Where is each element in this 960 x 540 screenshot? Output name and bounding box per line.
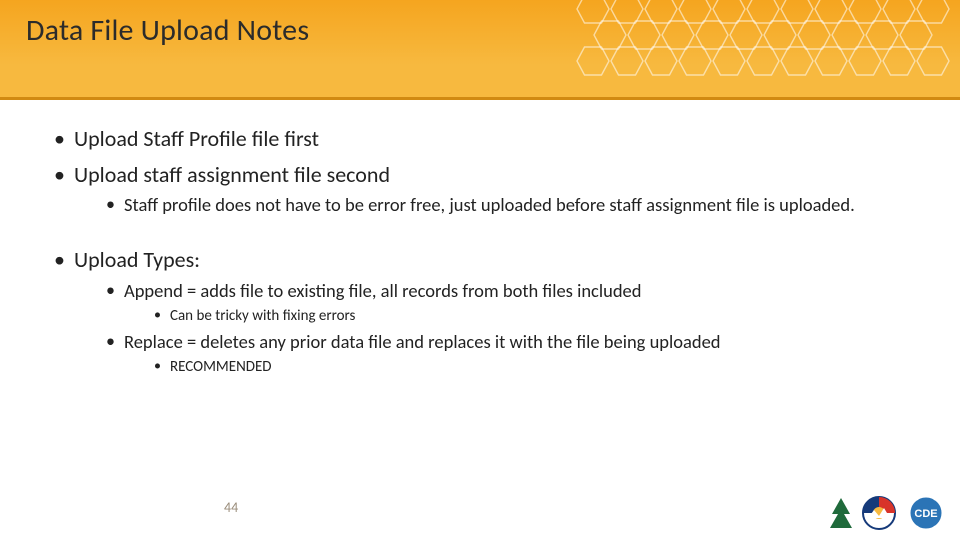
bullet-lvl1: Upload Types: Append = adds file to exis… xyxy=(50,245,910,377)
slide: Data File Upload Notes xyxy=(0,0,960,540)
footer-logos: CDE xyxy=(830,496,946,530)
colorado-logo-icon xyxy=(862,496,896,530)
bullet-text: Staff profile does not have to be error … xyxy=(124,193,855,216)
bullet-lvl3: Can be tricky with fixing errors xyxy=(150,306,910,326)
header-band: Data File Upload Notes xyxy=(0,0,960,100)
bullet-lvl1: Upload Staff Profile file first xyxy=(50,124,910,154)
bullet-text: Upload Staff Profile file first xyxy=(74,125,319,152)
content: Upload Staff Profile file first Upload s… xyxy=(50,118,910,384)
bullet-text: Upload staff assignment file second xyxy=(74,161,390,188)
bullet-text: Can be tricky with fixing errors xyxy=(170,307,355,325)
tree-logo-icon xyxy=(830,498,852,528)
bullet-lvl2: Staff profile does not have to be error … xyxy=(102,193,910,217)
page-number: 44 xyxy=(224,499,238,516)
bullet-lvl3: RECOMMENDED xyxy=(150,357,910,377)
bullet-text: Append = adds file to existing file, all… xyxy=(124,279,642,302)
bullet-lvl2: Replace = deletes any prior data file an… xyxy=(102,330,910,377)
bullet-text: RECOMMENDED xyxy=(170,358,272,376)
bullet-text: Replace = deletes any prior data file an… xyxy=(124,330,721,353)
svg-text:CDE: CDE xyxy=(914,508,937,520)
bullet-lvl2: Append = adds file to existing file, all… xyxy=(102,279,910,326)
hex-pattern-icon xyxy=(576,0,956,94)
cde-badge-icon: CDE xyxy=(906,496,946,530)
bullet-lvl1: Upload staff assignment file second Staf… xyxy=(50,160,910,218)
bullet-text: Upload Types: xyxy=(74,246,200,273)
page-title: Data File Upload Notes xyxy=(26,12,309,49)
